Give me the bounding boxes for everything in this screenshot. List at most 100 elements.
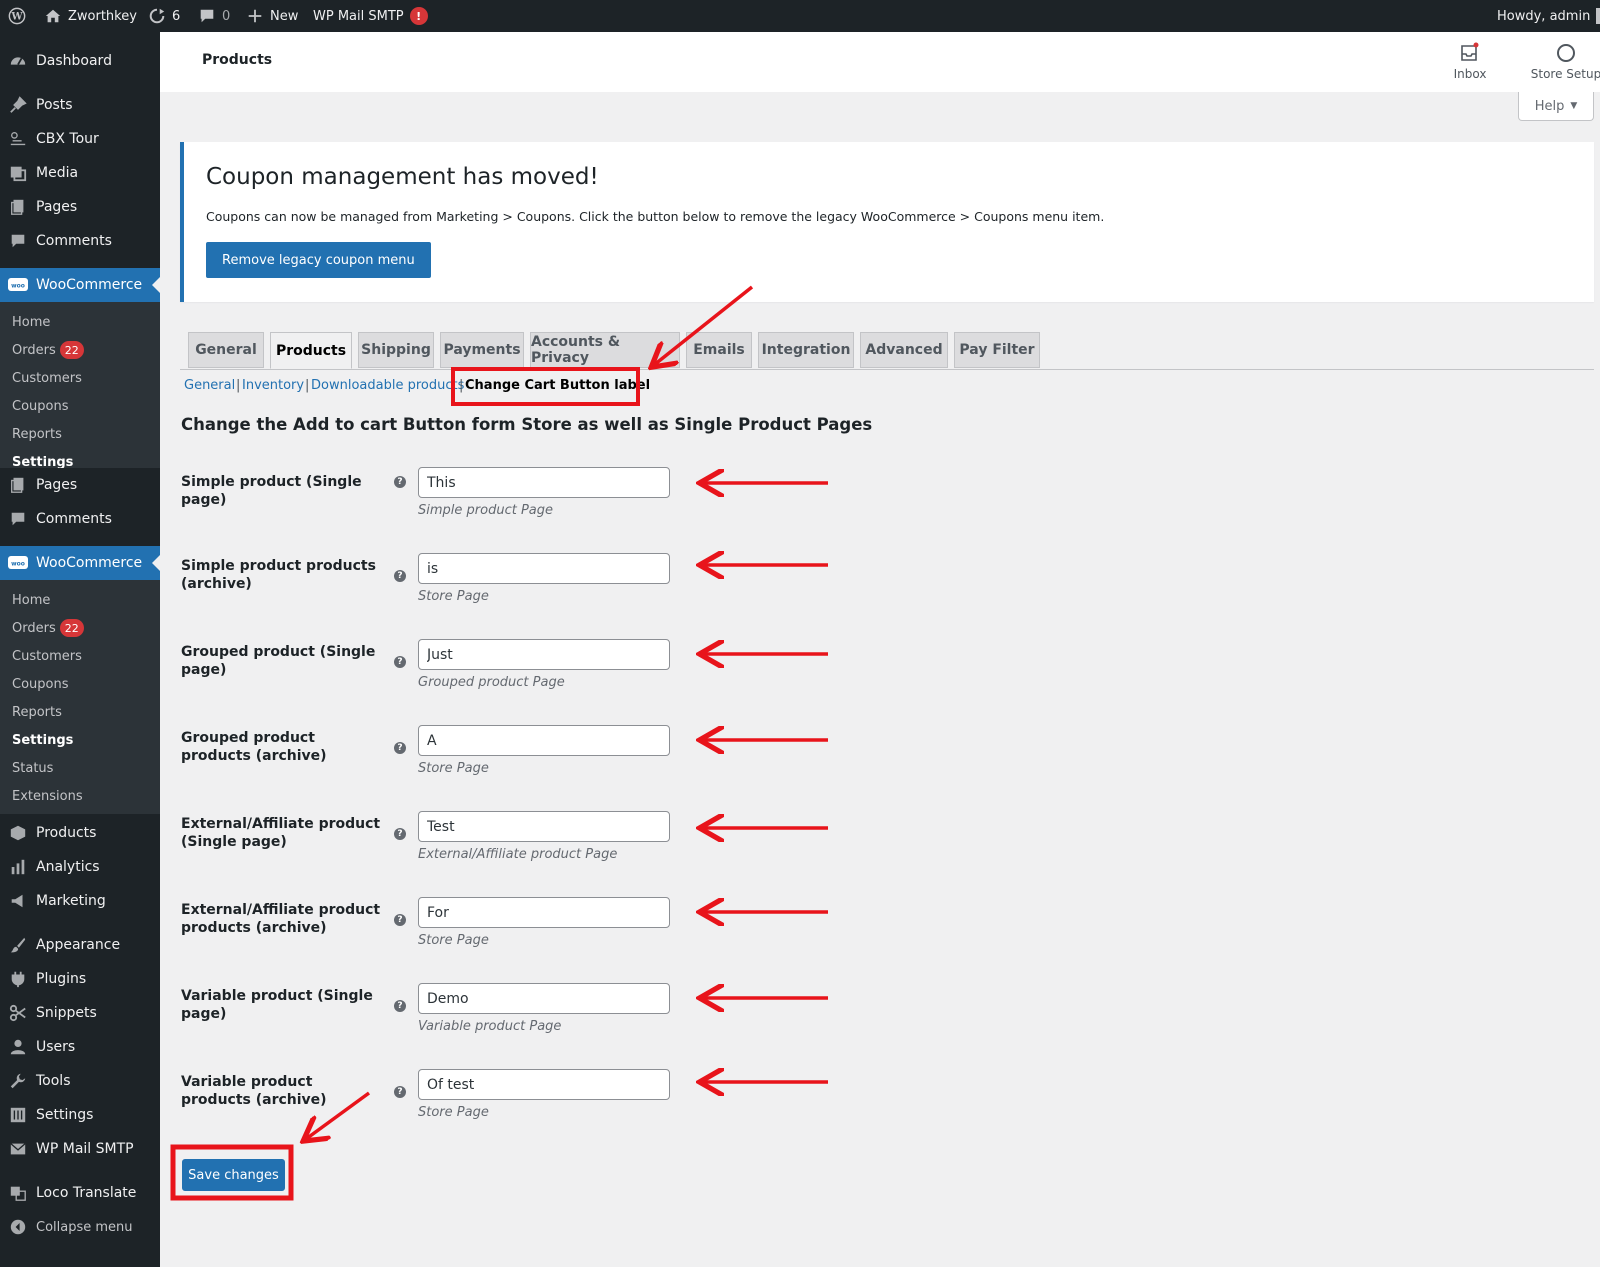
wp-mail-smtp-link[interactable]: WP Mail SMTP !: [313, 0, 428, 32]
variable-archive-input[interactable]: [418, 1069, 670, 1100]
tab-integration[interactable]: Integration: [758, 332, 854, 368]
submenu-customers[interactable]: Customers: [12, 367, 82, 389]
new-label: New: [270, 8, 299, 24]
menu-settings[interactable]: Settings: [0, 1098, 160, 1132]
tab-advanced[interactable]: Advanced: [860, 332, 948, 368]
menu-pages[interactable]: Pages: [0, 190, 160, 224]
variable-single-input[interactable]: [418, 983, 670, 1014]
grouped-archive-input[interactable]: [418, 725, 670, 756]
simple-single-input[interactable]: [418, 467, 670, 498]
menu-plugins[interactable]: Plugins: [0, 962, 160, 996]
help-tab-button[interactable]: Help ▼: [1518, 92, 1594, 121]
help-tip-icon[interactable]: ?: [394, 828, 406, 840]
menu-tools[interactable]: Tools: [0, 1064, 160, 1098]
wordpress-logo-icon[interactable]: W: [8, 0, 26, 32]
tab-pay-filter[interactable]: Pay Filter: [954, 332, 1040, 368]
menu-appearance[interactable]: Appearance: [0, 928, 160, 962]
dashboard-icon: [8, 51, 28, 71]
menu-media[interactable]: Media: [0, 156, 160, 190]
inbox-icon: [1461, 42, 1479, 61]
external-single-input[interactable]: [418, 811, 670, 842]
submenu-home-2[interactable]: Home: [12, 589, 50, 611]
field-label: Simple product (Single page): [181, 474, 362, 508]
subsection-separator: |: [305, 378, 310, 393]
submenu-orders-2[interactable]: Orders 22: [12, 617, 84, 639]
simple-archive-input[interactable]: [418, 553, 670, 584]
submenu-home[interactable]: Home: [12, 311, 50, 333]
menu-marketing[interactable]: Marketing: [0, 884, 160, 918]
new-content-link[interactable]: New: [246, 0, 298, 32]
howdy-text: Howdy, admin: [1497, 8, 1591, 24]
settings-tabs: General Products Shipping Payments Accou…: [180, 332, 1594, 370]
site-name-link[interactable]: Zworthkey: [44, 0, 137, 32]
help-tip-icon[interactable]: ?: [394, 570, 406, 582]
tab-emails[interactable]: Emails: [686, 332, 752, 368]
menu-woocommerce-2[interactable]: woo WooCommerce: [0, 546, 160, 580]
submenu-customers-2[interactable]: Customers: [12, 645, 82, 667]
menu-snippets[interactable]: Snippets: [0, 996, 160, 1030]
tab-products[interactable]: Products: [270, 332, 352, 369]
menu-woocommerce[interactable]: woo WooCommerce: [0, 268, 160, 302]
comments-link[interactable]: 0: [198, 0, 230, 32]
menu-pages-2[interactable]: Pages: [0, 468, 160, 502]
submenu-settings-2[interactable]: Settings: [12, 729, 73, 751]
caret-down-icon: ▼: [1570, 101, 1578, 111]
help-tip-icon[interactable]: ?: [394, 1086, 406, 1098]
updates-count: 6: [172, 8, 181, 24]
subsection-change-cart-button-label[interactable]: Change Cart Button label: [465, 378, 650, 393]
submenu-coupons[interactable]: Coupons: [12, 395, 69, 417]
tab-general[interactable]: General: [188, 332, 264, 368]
inbox-button[interactable]: Inbox: [1440, 42, 1500, 81]
submenu-extensions[interactable]: Extensions: [12, 785, 83, 807]
subsection-inventory-link[interactable]: Inventory: [242, 378, 304, 393]
subsection-separator: |: [236, 378, 241, 393]
wrench-icon: [8, 1071, 28, 1091]
menu-comments-2[interactable]: Comments: [0, 502, 160, 536]
submenu-orders[interactable]: Orders 22: [12, 339, 84, 361]
external-archive-input[interactable]: [418, 897, 670, 928]
store-setup-button[interactable]: Store Setup: [1530, 42, 1600, 81]
menu-loco-translate[interactable]: Loco Translate: [0, 1176, 160, 1210]
menu-analytics[interactable]: Analytics: [0, 850, 160, 884]
field-description: Store Page: [418, 1105, 489, 1120]
collapse-menu-button[interactable]: Collapse menu: [0, 1210, 160, 1244]
remove-legacy-coupon-button[interactable]: Remove legacy coupon menu: [206, 242, 431, 278]
menu-dashboard[interactable]: Dashboard: [0, 44, 160, 78]
help-tip-icon[interactable]: ?: [394, 476, 406, 488]
menu-products[interactable]: Products: [0, 816, 160, 850]
pages-icon: [8, 197, 28, 217]
translate-icon: [8, 1183, 28, 1203]
menu-users[interactable]: Users: [0, 1030, 160, 1064]
subsection-general-link[interactable]: General: [184, 378, 235, 393]
submenu-status[interactable]: Status: [12, 757, 53, 779]
settings-sliders-icon: [8, 1105, 28, 1125]
field-label: Variable product products (archive): [181, 1074, 327, 1108]
help-tip-icon[interactable]: ?: [394, 914, 406, 926]
submenu-reports-2[interactable]: Reports: [12, 701, 62, 723]
media-icon: [8, 163, 28, 183]
submenu-coupons-2[interactable]: Coupons: [12, 673, 69, 695]
admin-bar: W Zworthkey 6 0 New WP Mail SMTP ! Howdy…: [0, 0, 1600, 32]
save-changes-button[interactable]: Save changes: [182, 1159, 285, 1191]
help-tip-icon[interactable]: ?: [394, 1000, 406, 1012]
my-account-link[interactable]: Howdy, admin: [1497, 0, 1600, 32]
subsection-separator: |: [459, 378, 464, 393]
tab-shipping[interactable]: Shipping: [358, 332, 434, 368]
notice-text: Coupons can now be managed from Marketin…: [206, 209, 1105, 224]
megaphone-icon: [8, 891, 28, 911]
help-tip-icon[interactable]: ?: [394, 742, 406, 754]
comments-icon: [8, 231, 28, 251]
submenu-reports[interactable]: Reports: [12, 423, 62, 445]
subsection-downloadable-link[interactable]: Downloadable products: [311, 378, 464, 393]
menu-cbx-tour[interactable]: CBX Tour: [0, 122, 160, 156]
updates-link[interactable]: 6: [148, 0, 180, 32]
tab-payments[interactable]: Payments: [440, 332, 524, 368]
plus-icon: [248, 9, 262, 23]
menu-posts[interactable]: Posts: [0, 88, 160, 122]
user-icon: [8, 1037, 28, 1057]
menu-comments[interactable]: Comments: [0, 224, 160, 258]
help-tip-icon[interactable]: ?: [394, 656, 406, 668]
tab-accounts-privacy[interactable]: Accounts & Privacy: [530, 332, 680, 368]
menu-wp-mail-smtp[interactable]: WP Mail SMTP: [0, 1132, 160, 1166]
grouped-single-input[interactable]: [418, 639, 670, 670]
